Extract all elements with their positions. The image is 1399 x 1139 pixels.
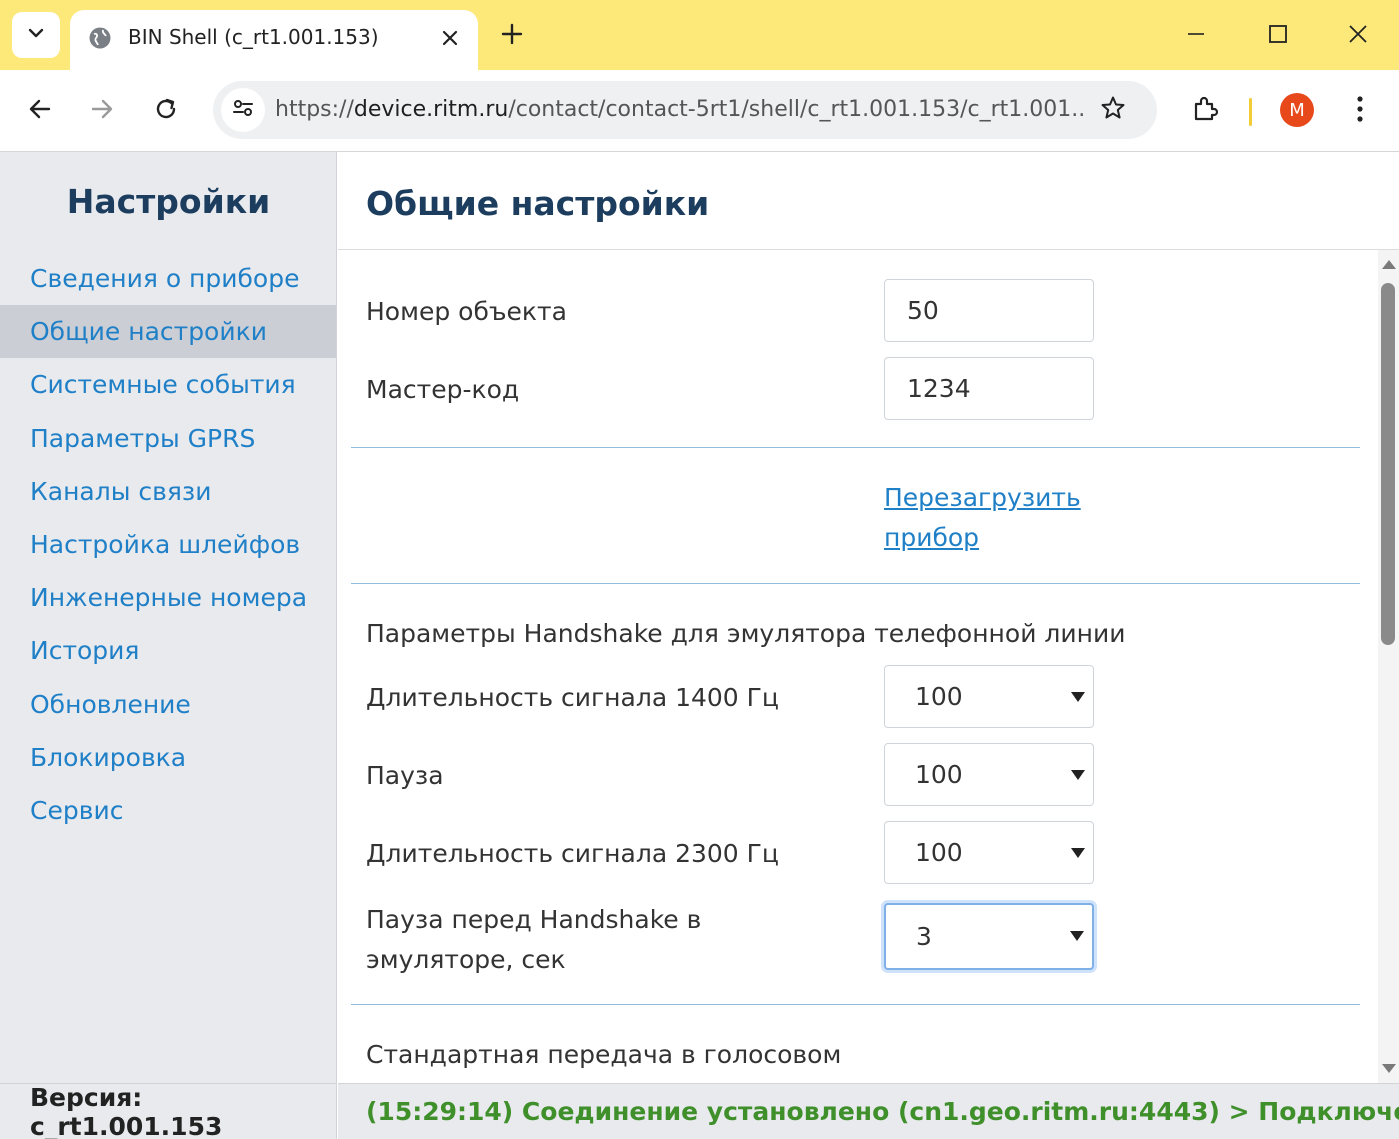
signal-1400-label: Длительность сигнала 1400 Гц — [366, 683, 779, 712]
scrollbar-thumb[interactable] — [1381, 283, 1395, 645]
site-settings-button[interactable] — [221, 88, 265, 132]
tab-title: BIN Shell (c_rt1.001.153) — [128, 25, 379, 49]
page: Настройки Сведения о приборе Общие настр… — [0, 152, 1399, 1139]
maximize-button[interactable] — [1256, 14, 1300, 58]
browser-menu-button[interactable] — [1339, 90, 1381, 132]
sidebar-item-channels[interactable]: Каналы связи — [0, 465, 336, 518]
reload-button[interactable] — [145, 90, 187, 132]
pause-select[interactable]: 100 — [884, 743, 1094, 806]
dropdown-arrow-icon — [1071, 692, 1085, 702]
handshake-section-title: Параметры Handshake для эмулятора телефо… — [366, 619, 1126, 648]
sidebar-item-history[interactable]: История — [0, 624, 336, 677]
url-domain: device.ritm.ru — [353, 97, 509, 122]
sidebar-item-update[interactable]: Обновление — [0, 678, 336, 731]
object-number-input[interactable]: 50 — [884, 279, 1094, 342]
settings-form: Номер объекта 50 Мастер-код 1234 Перезаг… — [338, 250, 1378, 1083]
divider — [351, 583, 1360, 584]
master-code-input[interactable]: 1234 — [884, 357, 1094, 420]
maximize-icon — [1268, 24, 1288, 48]
signal-1400-select[interactable]: 100 — [884, 665, 1094, 728]
address-bar[interactable]: https://device.ritm.ru/contact/contact-5… — [213, 81, 1157, 139]
site-settings-icon — [231, 96, 255, 124]
signal-2300-value: 100 — [915, 838, 963, 867]
pause-before-handshake-label-line1: Пауза перед Handshake в — [366, 905, 702, 934]
minimize-icon — [1186, 24, 1206, 48]
close-icon — [1348, 24, 1368, 48]
reboot-device-link[interactable]: Перезагрузить прибор — [884, 478, 1124, 558]
url-text[interactable]: https://device.ritm.ru/contact/contact-5… — [275, 97, 1085, 122]
url-scheme: https:// — [275, 97, 354, 122]
menu-icon — [1356, 95, 1364, 127]
page-title: Общие настройки — [366, 184, 710, 223]
dropdown-arrow-icon — [1070, 931, 1084, 941]
back-button[interactable] — [19, 90, 61, 132]
scrollbar[interactable] — [1378, 250, 1399, 1083]
extensions-icon — [1191, 95, 1219, 127]
browser-tab[interactable]: BIN Shell (c_rt1.001.153) — [70, 10, 478, 70]
pause-label: Пауза — [366, 761, 444, 790]
globe-icon — [88, 26, 112, 50]
scroll-up-icon[interactable] — [1382, 260, 1396, 269]
scroll-down-icon[interactable] — [1382, 1064, 1396, 1073]
pause-before-handshake-select[interactable]: 3 — [884, 903, 1094, 970]
main-panel: Общие настройки Номер объекта 50 Мастер-… — [338, 152, 1399, 1139]
new-tab-button[interactable] — [494, 18, 530, 54]
main-header: Общие настройки — [338, 152, 1399, 250]
dropdown-arrow-icon — [1071, 848, 1085, 858]
sidebar-item-general-settings[interactable]: Общие настройки — [0, 305, 336, 359]
chevron-down-icon — [26, 23, 46, 47]
signal-1400-value: 100 — [915, 682, 963, 711]
browser-titlebar: BIN Shell (c_rt1.001.153) — [0, 0, 1399, 70]
pause-before-handshake-value: 3 — [916, 922, 932, 951]
sidebar: Настройки Сведения о приборе Общие настр… — [0, 152, 337, 1139]
pause-value: 100 — [915, 760, 963, 789]
sidebar-item-lock[interactable]: Блокировка — [0, 731, 336, 784]
reload-icon — [153, 96, 179, 126]
plus-icon — [501, 23, 523, 49]
voice-section-title: Стандартная передача в голосовом — [366, 1040, 842, 1069]
sidebar-item-engineer-numbers[interactable]: Инженерные номера — [0, 571, 336, 624]
forward-button[interactable] — [81, 90, 123, 132]
window-close-button[interactable] — [1336, 14, 1380, 58]
signal-2300-label: Длительность сигнала 2300 Гц — [366, 839, 779, 868]
tab-search-button[interactable] — [12, 12, 60, 58]
sidebar-item-system-events[interactable]: Системные события — [0, 358, 336, 411]
sidebar-item-device-info[interactable]: Сведения о приборе — [0, 252, 336, 305]
toolbar-divider — [1249, 98, 1252, 126]
sidebar-item-loops[interactable]: Настройка шлейфов — [0, 518, 336, 571]
back-icon — [27, 96, 53, 126]
connection-status: (15:29:14) Соединение установлено (cn1.g… — [338, 1083, 1399, 1139]
profile-avatar[interactable]: M — [1280, 93, 1314, 127]
url-path: /contact/contact-5rt1/shell/c_rt1.001.15… — [508, 97, 1085, 122]
bookmark-button[interactable] — [1097, 94, 1129, 126]
dropdown-arrow-icon — [1071, 770, 1085, 780]
sidebar-item-gprs-params[interactable]: Параметры GPRS — [0, 412, 336, 465]
browser-toolbar: https://device.ritm.ru/contact/contact-5… — [0, 70, 1399, 152]
sidebar-nav: Сведения о приборе Общие настройки Систе… — [0, 252, 336, 837]
forward-icon — [89, 96, 115, 126]
signal-2300-select[interactable]: 100 — [884, 821, 1094, 884]
object-number-label: Номер объекта — [366, 297, 567, 326]
star-icon — [1100, 95, 1126, 125]
divider — [351, 1004, 1360, 1005]
extensions-button[interactable] — [1184, 90, 1226, 132]
version-label: Версия: c_rt1.001.153 — [0, 1083, 336, 1139]
close-icon[interactable] — [436, 24, 464, 52]
sidebar-title: Настройки — [66, 182, 271, 221]
master-code-label: Мастер-код — [366, 375, 520, 404]
divider — [351, 447, 1360, 448]
minimize-button[interactable] — [1174, 14, 1218, 58]
pause-before-handshake-label-line2: эмуляторе, сек — [366, 945, 566, 974]
sidebar-item-service[interactable]: Сервис — [0, 784, 336, 837]
